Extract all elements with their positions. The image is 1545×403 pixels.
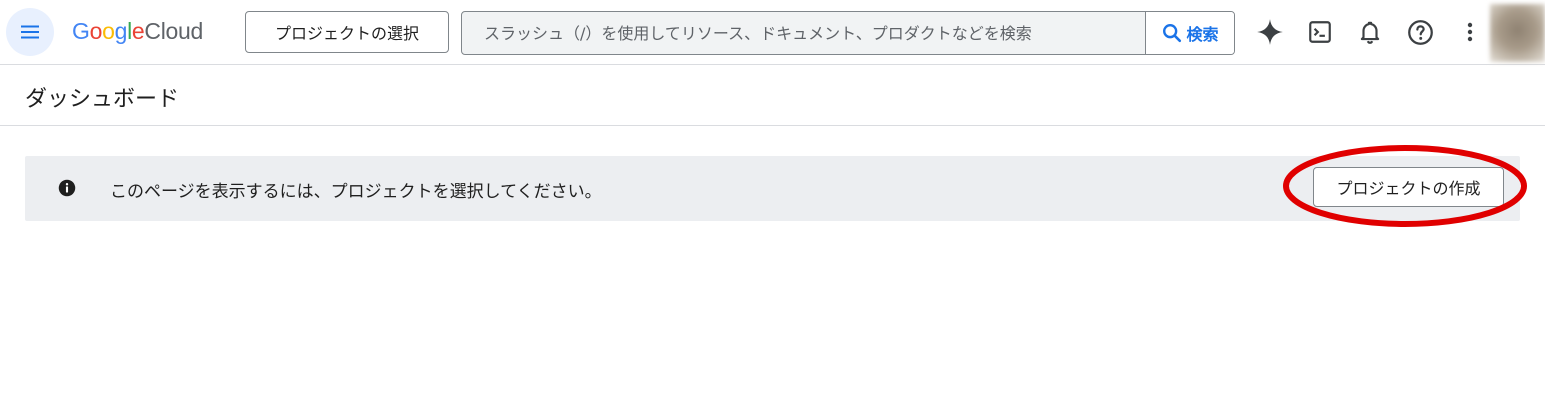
info-icon [58,179,76,197]
project-selector-button[interactable]: プロジェクトの選択 [245,11,449,53]
search-button[interactable]: 検索 [1145,12,1234,54]
create-project-label: プロジェクトの作成 [1336,179,1481,198]
search-icon [1163,24,1182,43]
account-avatar[interactable] [1490,4,1545,62]
more-vert-icon [1467,22,1473,42]
help-button[interactable] [1400,12,1440,52]
select-project-banner: このページを表示するには、プロジェクトを選択してください。 プロジェクトの作成 [25,156,1520,221]
project-selector-label: プロジェクトの選択 [274,24,419,43]
more-options-button[interactable] [1450,12,1490,52]
help-icon [1407,19,1433,45]
menu-icon [21,25,39,39]
cloud-shell-icon [1309,21,1331,43]
banner-message: このページを表示するには、プロジェクトを選択してください。 [110,182,602,202]
search-bar: 検索 [461,11,1235,55]
cloud-shell-button[interactable] [1300,12,1340,52]
search-input[interactable] [462,12,1145,54]
create-project-button[interactable]: プロジェクトの作成 [1313,167,1504,207]
page-header: ダッシュボード [0,65,1545,126]
page-title: ダッシュボード [25,87,180,112]
gemini-icon [1257,19,1283,45]
search-button-label: 検索 [1186,25,1219,44]
notifications-icon [1360,21,1380,44]
notifications-button[interactable] [1350,12,1390,52]
gemini-button[interactable] [1250,12,1290,52]
google-cloud-logo[interactable]: GoogleCloud [72,18,203,45]
main-menu-button[interactable] [6,8,54,56]
top-navigation-bar: GoogleCloud プロジェクトの選択 検索 [0,0,1545,65]
